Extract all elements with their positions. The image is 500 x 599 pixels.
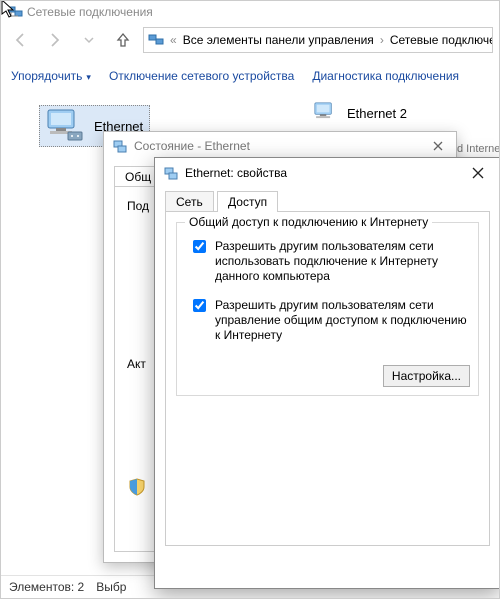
properties-titlebar[interactable]: Ethernet: свойства [155, 158, 500, 188]
mouse-cursor-icon [1, 0, 21, 19]
allow-share-checkbox-row[interactable]: Разрешить другим пользователям сети испо… [189, 239, 470, 284]
sharing-group-title: Общий доступ к подключению к Интернету [185, 215, 432, 229]
network-item-label: Ethernet 2 [347, 106, 407, 121]
breadcrumb-item[interactable]: Сетевые подключения [390, 33, 493, 47]
properties-window: Ethernet: свойства Сеть Доступ Общий дос… [154, 157, 500, 589]
allow-share-checkbox[interactable] [193, 240, 206, 253]
explorer-toolbar: Упорядочить Отключение сетевого устройст… [1, 59, 499, 94]
explorer-navbar: « Все элементы панели управления › Сетев… [1, 23, 499, 57]
network-item-ethernet2[interactable]: Ethernet 2 [311, 101, 407, 125]
tab-access[interactable]: Доступ [217, 191, 278, 212]
toolbar-disable-button[interactable]: Отключение сетевого устройства [109, 69, 294, 83]
nav-forward-icon[interactable] [41, 26, 69, 54]
address-bar-icon [148, 32, 164, 48]
toolbar-arrange-button[interactable]: Упорядочить [11, 69, 91, 83]
sharing-group: Общий доступ к подключению к Интернету Р… [176, 222, 479, 396]
network-item-subtext: d Interne [457, 143, 500, 155]
breadcrumb-item[interactable]: Все элементы панели управления [183, 33, 374, 47]
statusbar-count: Элементов: 2 [9, 580, 84, 594]
nav-up-icon[interactable] [109, 26, 137, 54]
breadcrumb-sep-icon: « [168, 33, 179, 47]
tab-network[interactable]: Сеть [165, 191, 214, 212]
settings-button[interactable]: Настройка... [383, 365, 470, 387]
network-adapter-icon [42, 108, 86, 144]
status-window-close-button[interactable] [426, 136, 450, 156]
explorer-titlebar: Сетевые подключения [1, 1, 499, 23]
status-window-icon [112, 138, 128, 154]
allow-control-checkbox[interactable] [193, 299, 206, 312]
properties-panel: Общий доступ к подключению к Интернету Р… [165, 211, 490, 546]
explorer-window: Сетевые подключения « Вс [0, 0, 500, 599]
nav-back-icon[interactable] [7, 26, 35, 54]
nav-recent-icon[interactable] [75, 26, 103, 54]
allow-control-checkbox-row[interactable]: Разрешить другим пользователям сети упра… [189, 298, 470, 343]
toolbar-diagnose-button[interactable]: Диагностика подключения [312, 69, 459, 83]
status-row-activity: Акт [127, 357, 146, 371]
properties-window-icon [163, 165, 179, 181]
network-adapter-icon [311, 101, 339, 125]
explorer-title-text: Сетевые подключения [27, 5, 153, 19]
properties-window-title: Ethernet: свойства [185, 166, 287, 180]
shield-icon [128, 478, 146, 496]
breadcrumb-chevron-icon: › [378, 33, 386, 47]
allow-share-label: Разрешить другим пользователям сети испо… [215, 239, 470, 284]
allow-control-label: Разрешить другим пользователям сети упра… [215, 298, 470, 343]
status-window-title: Состояние - Ethernet [134, 139, 250, 153]
properties-close-button[interactable] [462, 162, 494, 184]
address-bar[interactable]: « Все элементы панели управления › Сетев… [143, 27, 493, 53]
statusbar-selected: Выбр [96, 580, 126, 594]
status-window-titlebar[interactable]: Состояние - Ethernet [104, 132, 456, 160]
properties-tabs: Сеть Доступ [165, 190, 490, 212]
